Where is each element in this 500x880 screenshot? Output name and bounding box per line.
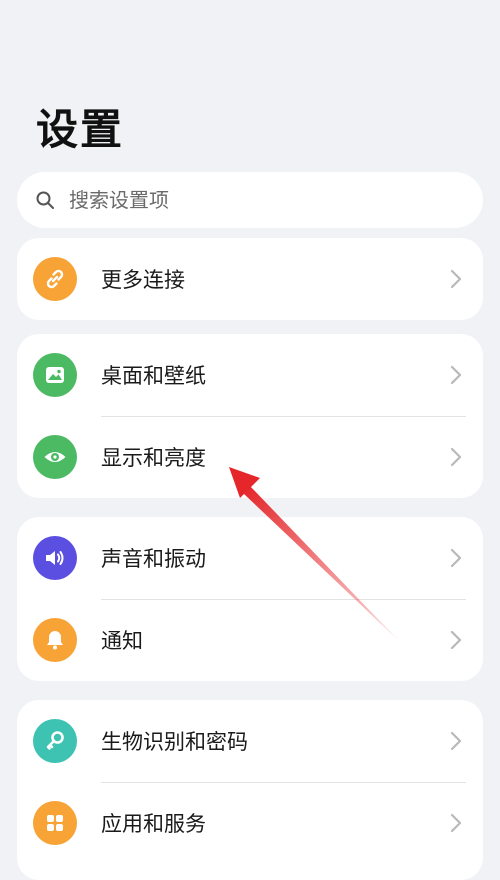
settings-group-security-apps: 生物识别和密码 应用和服务 — [17, 700, 483, 880]
settings-item-label: 应用和服务 — [101, 812, 206, 836]
settings-group-display: 桌面和壁纸 显示和亮度 — [17, 334, 483, 498]
bell-icon — [33, 618, 77, 662]
chevron-right-icon — [450, 548, 462, 568]
page-title: 设置 — [36, 105, 125, 154]
chevron-right-icon — [450, 447, 462, 467]
settings-item-label: 声音和振动 — [101, 547, 206, 571]
settings-item-label: 通知 — [101, 629, 143, 653]
chevron-right-icon — [450, 813, 462, 833]
image-icon — [33, 353, 77, 397]
eye-icon — [33, 435, 77, 479]
settings-item-label: 桌面和壁纸 — [101, 364, 206, 388]
settings-item-sound-vibration[interactable]: 声音和振动 — [17, 517, 483, 599]
settings-item-more-connections[interactable]: 更多连接 — [17, 238, 483, 320]
settings-group-connections: 更多连接 — [17, 238, 483, 320]
speaker-icon — [33, 536, 77, 580]
settings-item-label: 显示和亮度 — [101, 446, 206, 470]
key-icon — [33, 719, 77, 763]
settings-item-display-brightness[interactable]: 显示和亮度 — [17, 416, 483, 498]
chevron-right-icon — [450, 731, 462, 751]
search-bar[interactable] — [17, 172, 483, 228]
chevron-right-icon — [450, 365, 462, 385]
link-icon — [33, 257, 77, 301]
settings-group-sound-notifications: 声音和振动 通知 — [17, 517, 483, 681]
settings-item-label: 生物识别和密码 — [101, 730, 248, 754]
settings-item-desktop-wallpaper[interactable]: 桌面和壁纸 — [17, 334, 483, 416]
chevron-right-icon — [450, 630, 462, 650]
chevron-right-icon — [450, 269, 462, 289]
settings-item-notifications[interactable]: 通知 — [17, 599, 483, 681]
search-input[interactable] — [67, 187, 451, 213]
search-icon — [36, 191, 54, 209]
settings-item-biometrics-password[interactable]: 生物识别和密码 — [17, 700, 483, 782]
settings-item-label: 更多连接 — [101, 268, 185, 292]
apps-grid-icon — [33, 801, 77, 845]
